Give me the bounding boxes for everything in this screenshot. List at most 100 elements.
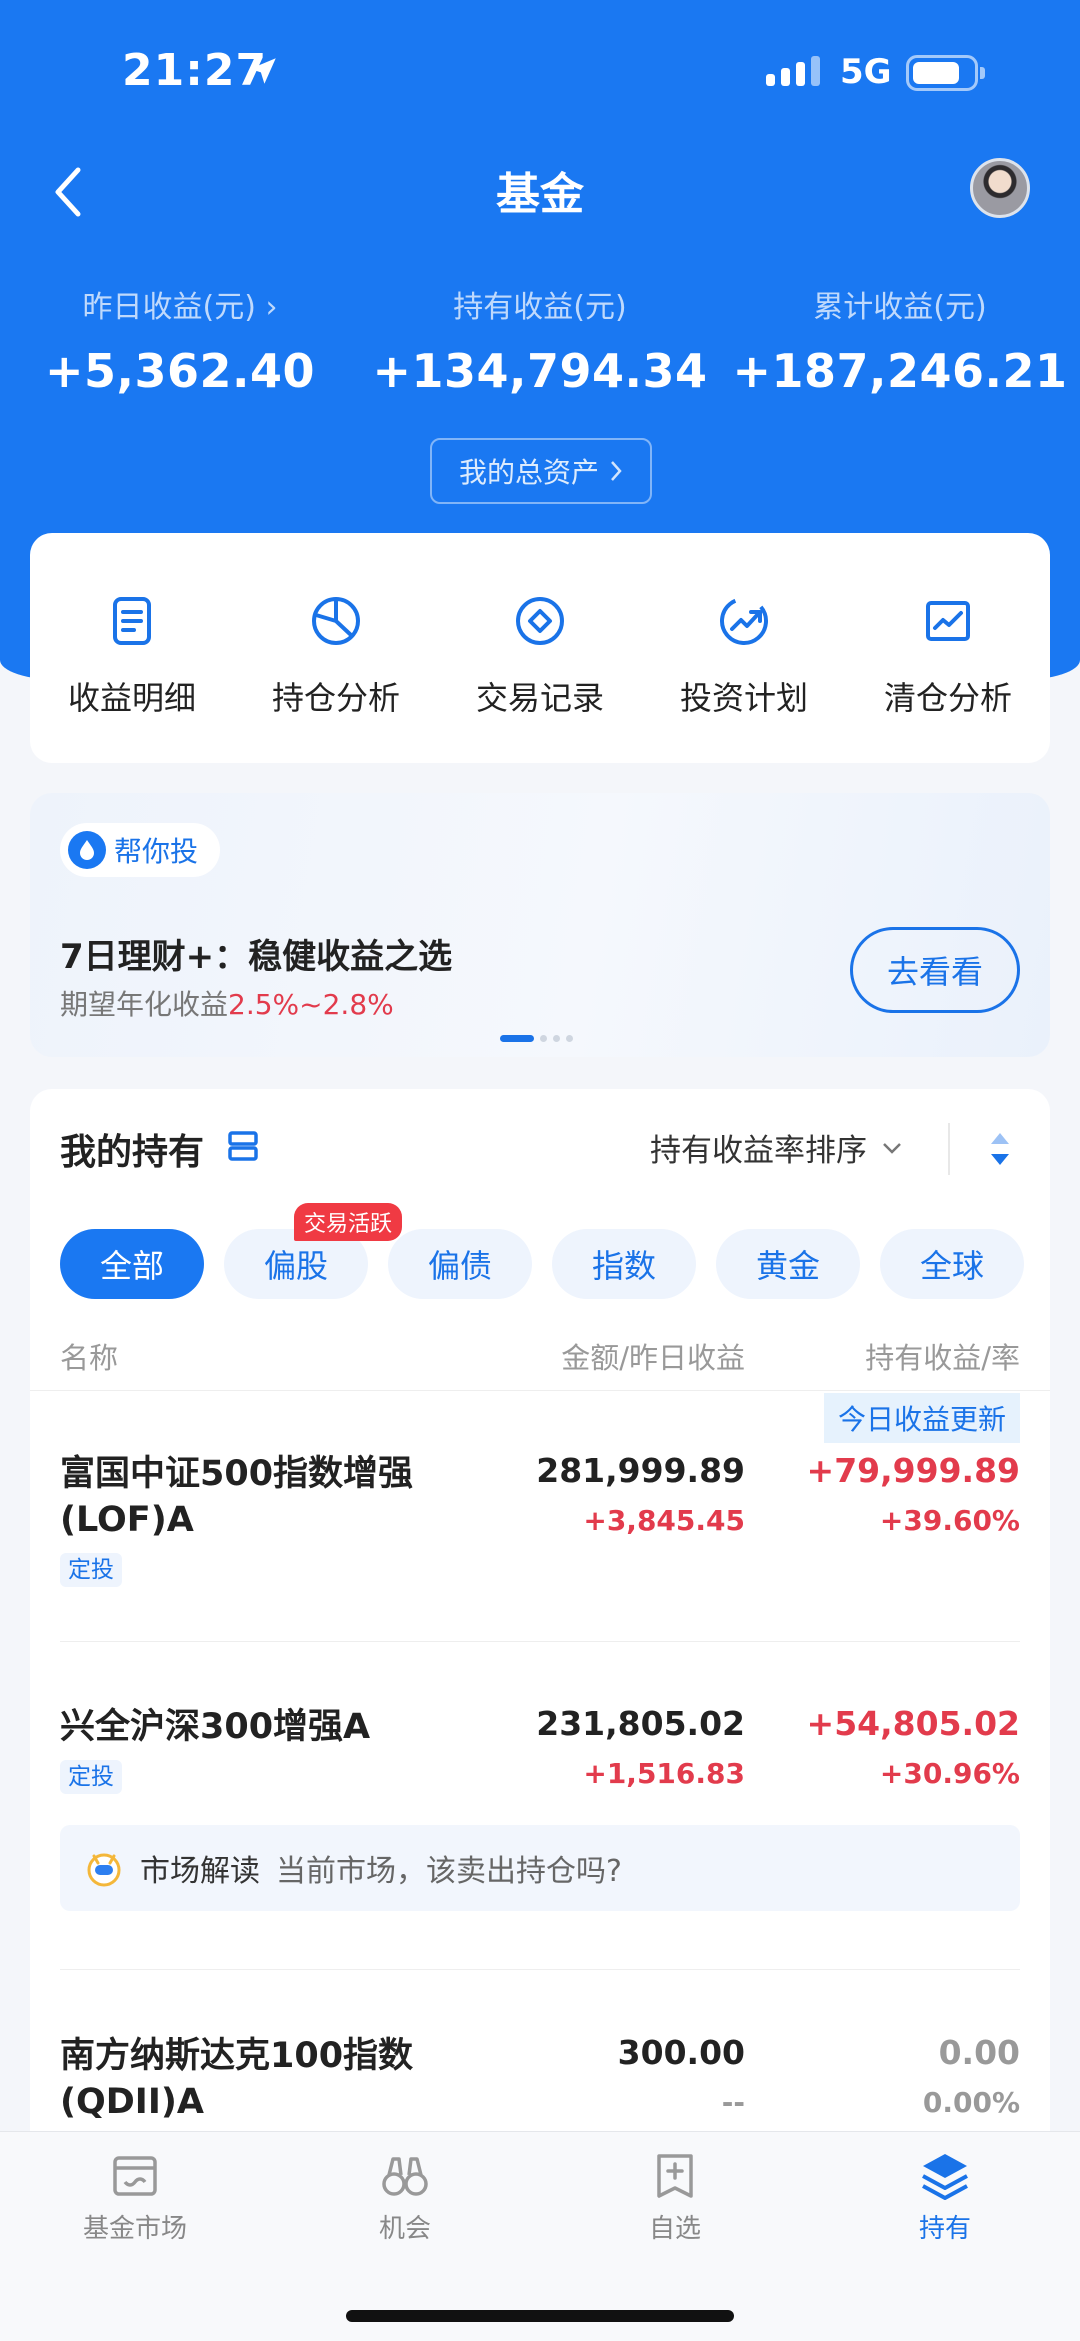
filter-chip-equity[interactable]: 偏股 交易活跃: [224, 1203, 403, 1299]
quick-actions: 收益明细 持仓分析 交易记录 投资计划 清仓分析: [30, 533, 1050, 763]
divider: [30, 1390, 1050, 1391]
today-update-tag: 今日收益更新: [823, 1393, 1020, 1443]
fund-amount-value: 281,999.89: [536, 1451, 745, 1490]
battery-icon: [906, 55, 985, 91]
holding-earnings-label: 持有收益(元): [453, 290, 627, 325]
page-title: 基金: [496, 169, 584, 220]
tab-fund-market[interactable]: 基金市场: [35, 2150, 235, 2245]
filter-chip-label: 偏债: [427, 1247, 492, 1285]
fund-amount: 300.00 --: [618, 2033, 745, 2119]
fund-row[interactable]: 南方纳斯达克100指数(QDII)A 300.00 -- 0.00 0.00%: [60, 2033, 1020, 2133]
add-watchlist-icon: [657, 2154, 693, 2198]
tab-label: 自选: [648, 2214, 701, 2244]
total-assets-button[interactable]: 我的总资产: [430, 438, 652, 504]
fund-amount: 231,805.02 +1,516.83: [536, 1704, 745, 1790]
quick-action-position-analysis[interactable]: 持仓分析: [234, 591, 438, 763]
line-chart-icon: [926, 601, 970, 641]
sort-label: 持有收益率排序: [650, 1133, 867, 1169]
promo-rate: 2.5%~2.8%: [228, 988, 394, 1021]
earnings-summary: 昨日收益(元) › +5,362.40 持有收益(元) +134,794.34 …: [0, 282, 1080, 398]
chevron-down-icon: [883, 1142, 901, 1154]
fund-name: 南方纳斯达克100指数(QDII)A: [60, 2033, 500, 2125]
chevron-right-icon: [611, 461, 622, 481]
quick-action-label: 持仓分析: [271, 679, 400, 717]
fund-tag: 定投: [60, 1553, 122, 1587]
quick-action-label: 交易记录: [475, 679, 604, 717]
document-icon: [113, 597, 151, 645]
filter-chip-global[interactable]: 全球: [880, 1229, 1024, 1299]
holding-earnings-value: +134,794.34: [372, 344, 708, 398]
sort-order-icon[interactable]: [988, 1127, 1012, 1171]
tab-opportunity[interactable]: 机会: [305, 2150, 505, 2245]
fund-amount-value: 300.00: [617, 2033, 745, 2072]
promo-pill-label: 帮你投: [114, 835, 199, 868]
column-profit: 持有收益/率: [865, 1341, 1020, 1375]
quick-action-clearance-analysis[interactable]: 清仓分析: [846, 591, 1050, 763]
fund-row[interactable]: 兴全沪深300增强A 定投 231,805.02 +1,516.83 +54,8…: [60, 1704, 1020, 1804]
column-name: 名称: [60, 1341, 119, 1375]
promo-subtitle: 期望年化收益2.5%~2.8%: [60, 983, 394, 1023]
holding-earnings: 持有收益(元) +134,794.34: [360, 282, 720, 398]
store-icon: [113, 2156, 157, 2196]
fund-profit-rate: +30.96%: [879, 1757, 1020, 1790]
divider: [60, 1969, 1020, 1970]
fund-profit: +79,999.89 +39.60%: [807, 1451, 1020, 1537]
promo-view-button[interactable]: 去看看: [850, 927, 1020, 1013]
fund-profit-value: +79,999.89: [806, 1451, 1020, 1490]
divider: [60, 1641, 1020, 1642]
fund-profit-value: 0.00: [938, 2033, 1020, 2072]
market-insight-banner[interactable]: 市场解读 当前市场，该卖出持仓吗?: [60, 1825, 1020, 1911]
yesterday-earnings-value: +5,362.40: [44, 344, 316, 398]
fund-row[interactable]: 富国中证500指数增强(LOF)A 定投 281,999.89 +3,845.4…: [60, 1451, 1020, 1671]
filter-chip-all[interactable]: 全部: [60, 1229, 204, 1299]
yesterday-earnings[interactable]: 昨日收益(元) › +5,362.40: [0, 282, 360, 398]
carousel-indicator: [500, 1035, 573, 1042]
tab-watchlist[interactable]: 自选: [575, 2150, 775, 2245]
binoculars-icon: [382, 2157, 428, 2196]
filter-chips: 全部 偏股 交易活跃 偏债 指数 黄金 全球: [60, 1203, 1024, 1299]
column-amount: 金额/昨日收益: [561, 1341, 745, 1375]
filter-chip-index[interactable]: 指数: [552, 1229, 696, 1299]
yesterday-earnings-label: 昨日收益(元) ›: [82, 290, 278, 325]
fund-profit-value: +54,805.02: [806, 1704, 1020, 1743]
list-toggle-icon[interactable]: [226, 1129, 260, 1163]
promo-banner[interactable]: 帮你投 7日理财+：稳健收益之选 期望年化收益2.5%~2.8% 去看看: [30, 793, 1050, 1057]
fund-tag: 定投: [60, 1760, 122, 1794]
quick-action-label: 清仓分析: [883, 679, 1012, 717]
promo-pill: 帮你投: [60, 823, 221, 877]
holdings-card: 我的持有 持有收益率排序 全部 偏股 交易活跃 偏债 指数 黄金 全球 名称 金额…: [30, 1089, 1050, 2189]
sort-dropdown[interactable]: 持有收益率排序: [650, 1125, 903, 1170]
diamond-circle-icon: [516, 597, 564, 645]
fund-name-text: 南方纳斯达克100指数(QDII)A: [60, 2036, 414, 2122]
quick-action-earnings-detail[interactable]: 收益明细: [30, 591, 234, 763]
quick-action-label: 收益明细: [67, 679, 196, 717]
quick-action-investment-plan[interactable]: 投资计划: [642, 591, 846, 763]
fund-name: 富国中证500指数增强(LOF)A 定投: [60, 1451, 500, 1589]
fund-profit: 0.00 0.00%: [923, 2033, 1020, 2119]
fund-yesterday-earnings: +3,845.45: [583, 1504, 745, 1537]
filter-chip-label: 指数: [591, 1247, 656, 1285]
filter-chip-label: 全球: [919, 1247, 984, 1285]
promo-subtitle-prefix: 期望年化收益: [60, 988, 229, 1021]
tab-label: 基金市场: [82, 2214, 187, 2244]
quick-action-label: 投资计划: [679, 679, 808, 717]
drop-icon: [68, 831, 106, 869]
fund-name-text: 富国中证500指数增强(LOF)A: [60, 1454, 414, 1540]
fund-yesterday-earnings: +1,516.83: [583, 1757, 745, 1790]
quick-action-trade-records[interactable]: 交易记录: [438, 591, 642, 763]
tab-holdings[interactable]: 持有: [845, 2150, 1045, 2245]
home-indicator: [346, 2310, 734, 2322]
status-bar: 21:27 5G: [0, 0, 1080, 150]
pie-chart-icon: [312, 597, 360, 645]
insight-key: 市场解读: [140, 1854, 260, 1889]
filter-chip-bond[interactable]: 偏债: [388, 1229, 532, 1299]
total-earnings-value: +187,246.21: [732, 344, 1068, 398]
filter-chip-gold[interactable]: 黄金: [716, 1229, 860, 1299]
insight-text: 当前市场，该卖出持仓吗?: [276, 1854, 622, 1889]
total-earnings: 累计收益(元) +187,246.21: [720, 282, 1080, 398]
layers-icon: [922, 2154, 968, 2200]
avatar[interactable]: [970, 158, 1030, 218]
fund-amount: 281,999.89 +3,845.45: [536, 1451, 745, 1537]
fund-name: 兴全沪深300增强A 定投: [60, 1704, 500, 1796]
network-type: 5G: [840, 52, 892, 92]
